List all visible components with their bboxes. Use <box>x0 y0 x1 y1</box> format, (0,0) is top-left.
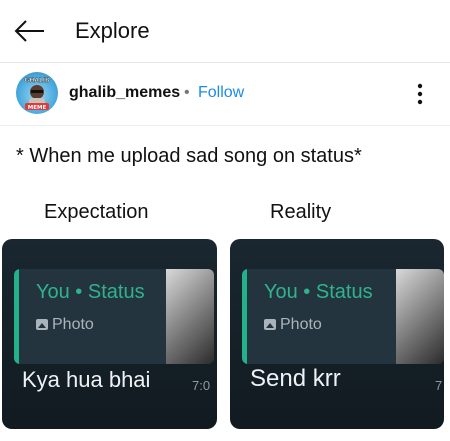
page-title: Explore <box>75 18 150 43</box>
quote-bar <box>14 269 19 364</box>
quote-subtitle: Photo <box>264 316 322 334</box>
username[interactable]: ghalib_memes <box>69 84 180 102</box>
follow-button[interactable]: Follow <box>198 84 244 102</box>
status-quote: You • Status Photo <box>14 269 214 364</box>
avatar[interactable]: GHALIB MEME <box>16 72 58 114</box>
reply-text: Kya hua bhai <box>22 367 151 392</box>
quote-bar <box>242 269 247 364</box>
status-quote: You • Status Photo <box>242 269 444 364</box>
separator: • <box>184 84 190 101</box>
reality-panel: You • Status Photo Send krr 7 <box>230 239 444 429</box>
avatar-text-top: GHALIB <box>24 77 50 84</box>
expectation-panel: You • Status Photo Kya hua bhai 7:0 <box>2 239 217 429</box>
status-thumbnail <box>396 269 444 364</box>
timestamp: 7 <box>435 378 443 393</box>
photo-icon <box>36 319 48 330</box>
photo-icon <box>264 319 276 330</box>
status-thumbnail <box>166 269 214 364</box>
avatar-text-bottom: MEME <box>28 105 47 111</box>
quote-subtitle: Photo <box>36 316 94 334</box>
reply-text: Send krr <box>250 365 341 392</box>
quote-subtitle-text: Photo <box>280 316 322 333</box>
post-header: GHALIB MEME ghalib_memes • Follow <box>0 63 450 125</box>
back-arrow-icon[interactable] <box>12 16 48 46</box>
top-bar: Explore <box>0 0 450 62</box>
divider <box>0 125 450 126</box>
quote-title: You • Status <box>36 281 145 303</box>
quote-subtitle-text: Photo <box>52 316 94 333</box>
quote-title: You • Status <box>264 281 373 303</box>
timestamp: 7:0 <box>192 378 211 393</box>
more-vertical-icon[interactable] <box>410 79 430 109</box>
reality-label: Reality <box>270 201 332 223</box>
meme-caption: * When me upload sad song on status* <box>16 145 362 167</box>
expectation-label: Expectation <box>44 201 149 223</box>
